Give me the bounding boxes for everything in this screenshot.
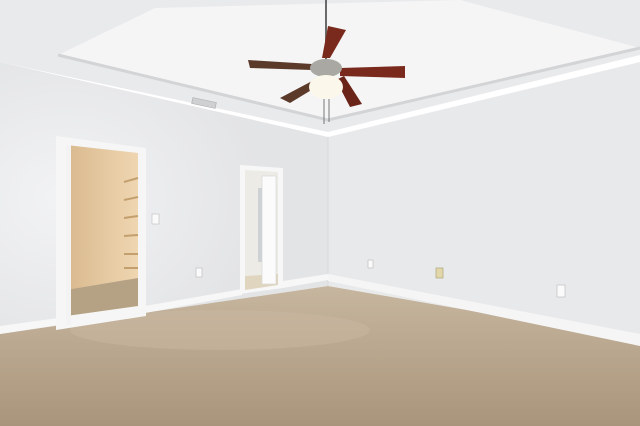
fan-blade-right [340,66,405,78]
room-photo [0,0,640,426]
room-illustration [0,0,640,426]
bath-door-slab [261,175,277,285]
closet-door-slab [66,145,71,325]
bath-mirror [258,188,262,262]
outlet-right-wall-3 [556,284,566,298]
outlet-left [195,267,203,278]
light-switch [151,213,160,225]
outlet-right-wall-1 [367,259,374,269]
outlet-right-wall-2 [435,267,444,279]
fan-light-bowl [309,75,343,99]
fan-motor [310,59,342,77]
